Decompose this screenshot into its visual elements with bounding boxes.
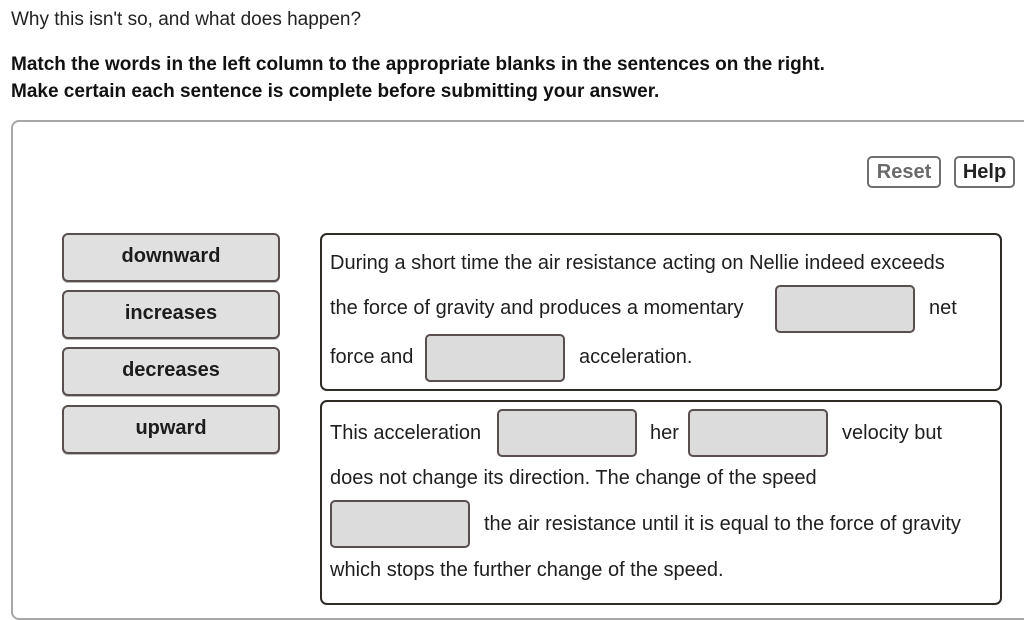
sentence-2-text-line-2: does not change its direction. The chang… (330, 467, 817, 489)
word-tile-increases[interactable]: increases (62, 290, 280, 339)
word-tile-downward[interactable]: downward (62, 233, 280, 282)
help-button[interactable]: Help (954, 156, 1015, 188)
sentence-2-blank-1[interactable] (497, 409, 637, 457)
word-tile-upward[interactable]: upward (62, 405, 280, 454)
sentence-1-blank-2[interactable] (425, 334, 565, 382)
sentence-2-blank-2[interactable] (688, 409, 828, 457)
instructions-line-2: Make certain each sentence is complete b… (11, 81, 660, 102)
reset-button[interactable]: Reset (867, 156, 941, 188)
sentence-1-text-line-2a: the force of gravity and produces a mome… (330, 297, 744, 319)
sentence-1-text-line-1: During a short time the air resistance a… (330, 252, 945, 274)
sentence-2-text-line-4: which stops the further change of the sp… (330, 559, 724, 581)
sentence-2-text-line-3: the air resistance until it is equal to … (484, 513, 961, 535)
instructions-line-1: Match the words in the left column to th… (11, 54, 825, 75)
sentence-2-text-line-1c: velocity but (842, 422, 943, 444)
sentence-1-text-line-3a: force and (330, 346, 414, 368)
sentence-2-blank-3[interactable] (330, 500, 470, 548)
sentence-2-text-line-1b: her (650, 422, 679, 444)
sentence-1-text-line-2b: net (929, 297, 957, 319)
sentence-1-blank-1[interactable] (775, 285, 915, 333)
question-text: Why this isn't so, and what does happen? (11, 9, 362, 30)
instructions: Match the words in the left column to th… (11, 51, 825, 105)
sentence-2-text-line-1a: This acceleration (330, 422, 482, 444)
sentence-1-text-line-3b: acceleration. (579, 346, 693, 368)
word-tile-decreases[interactable]: decreases (62, 347, 280, 396)
